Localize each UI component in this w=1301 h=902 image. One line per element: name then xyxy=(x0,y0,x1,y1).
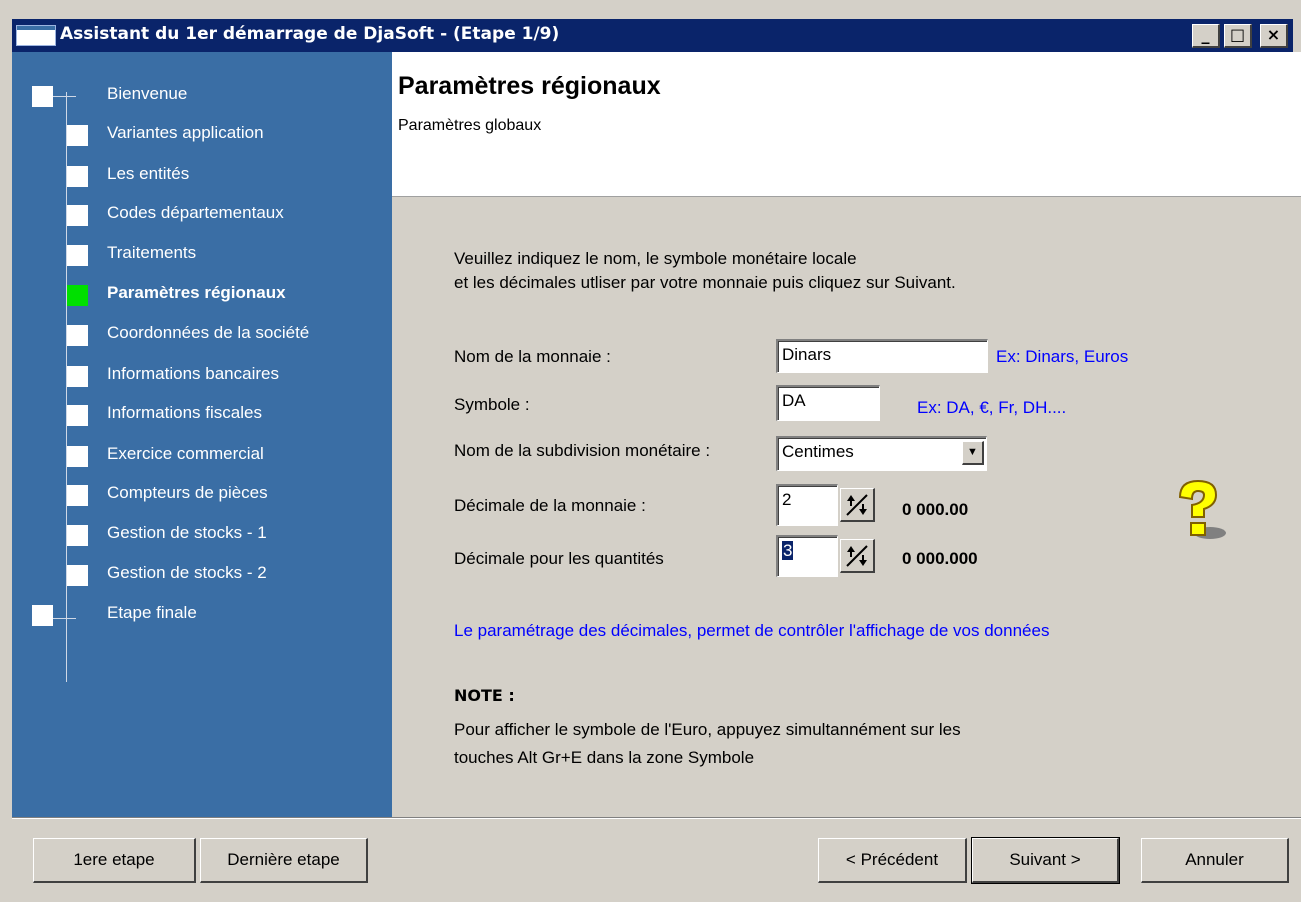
sidebar-step-label: Etape finale xyxy=(107,603,197,622)
intro-text-line2: et les décimales utliser par votre monna… xyxy=(454,273,956,292)
currency-decimals-label: Décimale de la monnaie : xyxy=(454,496,646,515)
title-bar[interactable]: Assistant du 1er démarrage de DjaSoft - … xyxy=(12,19,1293,52)
help-question-icon[interactable] xyxy=(1170,477,1230,547)
page-title: Paramètres régionaux xyxy=(398,72,661,100)
sidebar-step-label: Coordonnées de la société xyxy=(107,323,310,342)
sidebar-step[interactable]: Traitements xyxy=(12,243,392,271)
sidebar-step[interactable]: Gestion de stocks - 2 xyxy=(12,563,392,591)
steps-sidebar: Bienvenue Variantes application Les entité… xyxy=(12,52,392,817)
sidebar-step[interactable]: Les entités xyxy=(12,164,392,192)
window-title: Assistant du 1er démarrage de DjaSoft - … xyxy=(60,24,560,44)
minimize-button[interactable]: _ xyxy=(1192,24,1220,48)
spin-arrows-icon xyxy=(846,545,868,567)
symbol-input[interactable]: DA xyxy=(776,385,880,421)
step-marker xyxy=(67,525,88,546)
chevron-down-icon[interactable]: ▼ xyxy=(962,441,984,465)
sidebar-step[interactable]: Compteurs de pièces xyxy=(12,483,392,511)
note-line1: Pour afficher le symbole de l'Euro, appu… xyxy=(454,720,961,739)
step-marker xyxy=(67,205,88,226)
qty-decimals-preview: 0 000.000 xyxy=(902,549,978,568)
currency-decimals-preview: 0 000.00 xyxy=(902,500,969,519)
sidebar-step[interactable]: Informations fiscales xyxy=(12,403,392,431)
qty-decimals-input[interactable]: 3 xyxy=(776,535,838,577)
step-marker xyxy=(67,245,88,266)
currency-name-input[interactable]: Dinars xyxy=(776,339,988,373)
sidebar-step-label: Gestion de stocks - 1 xyxy=(107,523,267,542)
page-subtitle: Paramètres globaux xyxy=(398,117,542,134)
wizard-window: Assistant du 1er démarrage de DjaSoft - … xyxy=(0,0,1301,902)
sidebar-step[interactable]: Bienvenue xyxy=(12,84,392,112)
currency-name-label: Nom de la monnaie : xyxy=(454,347,611,366)
spin-arrows-icon xyxy=(846,494,868,516)
sidebar-step-label: Informations fiscales xyxy=(107,403,262,422)
sidebar-step-label: Les entités xyxy=(107,164,190,183)
sidebar-step[interactable]: Coordonnées de la société xyxy=(12,323,392,351)
sidebar-step-label: Variantes application xyxy=(107,123,264,142)
sidebar-step-label: Compteurs de pièces xyxy=(107,483,268,502)
step-marker xyxy=(67,446,88,467)
sidebar-step-label: Codes départementaux xyxy=(107,203,284,222)
note-title: NOTE : xyxy=(454,686,515,705)
decimals-info-text: Le paramétrage des décimales, permet de … xyxy=(454,621,1050,640)
step-marker xyxy=(67,485,88,506)
sidebar-step-label: Informations bancaires xyxy=(107,364,279,383)
step-marker xyxy=(67,405,88,426)
step-marker xyxy=(32,605,53,626)
intro-text-line1: Veuillez indiquez le nom, le symbole mon… xyxy=(454,249,857,268)
sidebar-step[interactable]: Variantes application xyxy=(12,123,392,151)
active-step-marker xyxy=(67,285,88,306)
step-marker xyxy=(67,325,88,346)
currency-decimals-spinner[interactable] xyxy=(840,488,875,522)
app-icon xyxy=(16,25,56,46)
sidebar-step[interactable]: Paramètres régionaux xyxy=(12,283,392,311)
qty-decimals-spinner[interactable] xyxy=(840,539,875,573)
close-button[interactable]: × xyxy=(1260,24,1288,48)
sidebar-step-label: Bienvenue xyxy=(107,84,188,103)
note-line2: touches Alt Gr+E dans la zone Symbole xyxy=(454,748,755,767)
step-marker xyxy=(67,166,88,187)
sidebar-step-label: Gestion de stocks - 2 xyxy=(107,563,267,582)
subdivision-select[interactable]: Centimes ▼ xyxy=(776,436,987,471)
sidebar-step-label: Exercice commercial xyxy=(107,444,264,463)
sidebar-step-label: Traitements xyxy=(107,243,197,262)
qty-decimals-value: 3 xyxy=(782,541,794,560)
step-marker xyxy=(32,86,53,107)
cancel-button[interactable]: Annuler xyxy=(1141,838,1289,883)
symbol-label: Symbole : xyxy=(454,395,530,414)
previous-button[interactable]: < Précédent xyxy=(818,838,967,883)
last-step-button[interactable]: Dernière etape xyxy=(200,838,368,883)
currency-decimals-input[interactable]: 2 xyxy=(776,484,838,526)
maximize-button[interactable]: □ xyxy=(1224,24,1252,48)
first-step-button[interactable]: 1ere etape xyxy=(33,838,196,883)
page-header: Paramètres régionaux Paramètres globaux xyxy=(392,52,1301,197)
step-marker xyxy=(67,366,88,387)
sidebar-step[interactable]: Codes départementaux xyxy=(12,203,392,231)
subdivision-selected-value: Centimes xyxy=(782,442,854,461)
symbol-example: Ex: DA, €, Fr, DH.... xyxy=(917,398,1067,417)
step-marker xyxy=(67,125,88,146)
currency-name-example: Ex: Dinars, Euros xyxy=(996,347,1129,366)
sidebar-step-label: Paramètres régionaux xyxy=(107,283,286,302)
step-marker xyxy=(67,565,88,586)
subdivision-label: Nom de la subdivision monétaire : xyxy=(454,441,711,460)
sidebar-step[interactable]: Informations bancaires xyxy=(12,364,392,392)
qty-decimals-label: Décimale pour les quantités xyxy=(454,549,664,568)
sidebar-step[interactable]: Exercice commercial xyxy=(12,444,392,472)
sidebar-step[interactable]: Etape finale xyxy=(12,603,392,631)
sidebar-step[interactable]: Gestion de stocks - 1 xyxy=(12,523,392,551)
next-button[interactable]: Suivant > xyxy=(971,837,1120,884)
